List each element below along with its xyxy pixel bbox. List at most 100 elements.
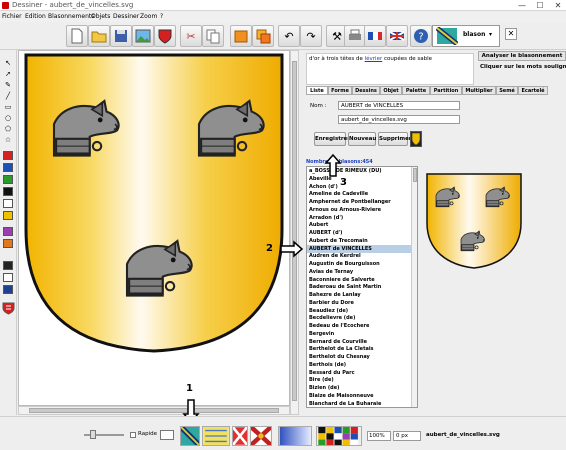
line-icon[interactable]: ╱ (3, 92, 13, 101)
canvas-horizontal-scrollbar[interactable] (18, 406, 290, 415)
svg-text:?: ? (418, 32, 423, 43)
drawing-canvas[interactable] (18, 50, 290, 406)
color-argent-swatch[interactable] (3, 199, 13, 208)
blason-thumb-1[interactable] (180, 426, 200, 446)
cut-button[interactable]: ✂ (180, 25, 202, 47)
shield-preview-button[interactable] (410, 131, 422, 147)
palette-grid[interactable] (316, 426, 362, 446)
list-scroll-thumb[interactable] (413, 168, 417, 182)
french-language-button[interactable] (364, 25, 386, 47)
tab-partition[interactable]: Partition (430, 86, 462, 95)
tab-seme[interactable]: Semé (496, 86, 518, 95)
color-sable-swatch[interactable] (3, 187, 13, 196)
tab-strip: Liste Forme Dessins Objet Palette Partit… (306, 86, 566, 95)
menu-zoom[interactable]: Zoom (140, 12, 157, 22)
blason-selector[interactable]: blason ▾ (432, 25, 500, 47)
horizontal-scroll-thumb[interactable] (29, 408, 279, 413)
symbol-icon[interactable] (3, 285, 13, 294)
blason-list[interactable]: a_BOSSU DE RIMEUX (DU) Abeville Achon (d')… (306, 166, 418, 408)
filename-field[interactable]: aubert_de_vincelles.svg (338, 115, 460, 124)
color-gules-swatch[interactable] (3, 151, 13, 160)
layer-button[interactable] (252, 25, 274, 47)
list-scrollbar[interactable] (411, 167, 417, 407)
color-purpure-swatch[interactable] (3, 227, 13, 236)
color-vert-swatch[interactable] (3, 175, 13, 184)
minimize-button[interactable]: — (512, 0, 532, 11)
blason-count: Nombre de blasons:454 (306, 159, 373, 165)
tab-multiplier[interactable]: Multiplier (462, 86, 496, 95)
tab-dessins[interactable]: Dessins (352, 86, 380, 95)
shield-edit-icon (158, 29, 172, 44)
copy-button[interactable] (202, 25, 224, 47)
nom-label: Nom : (310, 103, 327, 109)
menu-fichier[interactable]: Fichier (2, 12, 22, 22)
blason-thumb-4[interactable] (250, 426, 272, 446)
list-item[interactable]: Blanchard de La Buharaie (307, 400, 411, 408)
nom-field[interactable]: AUBERT de VINCELLES (338, 101, 460, 110)
tab-ecartele[interactable]: Ecartelé (518, 86, 548, 95)
blason-thumb-2[interactable] (202, 426, 230, 446)
print-button[interactable] (344, 25, 366, 47)
blason-thumb-3[interactable] (232, 426, 248, 446)
maximize-button[interactable]: ☐ (530, 0, 550, 11)
tab-palette[interactable]: Palette (402, 86, 430, 95)
rapide-checkbox[interactable] (130, 432, 136, 438)
menu-edition[interactable]: Edition (25, 12, 46, 22)
stroke-width-select[interactable]: 0 px (393, 431, 421, 441)
status-filename: aubert_de_vincelles.svg (426, 432, 500, 438)
france-flag-icon (368, 32, 382, 40)
image-icon (135, 29, 151, 43)
help-button[interactable]: ? (410, 25, 432, 47)
color-preview-box[interactable] (160, 430, 174, 440)
close-blason-button[interactable]: ✕ (505, 28, 517, 40)
vertical-scroll-thumb[interactable] (292, 61, 297, 401)
shield-edit-button[interactable] (154, 25, 176, 47)
color-azure-swatch[interactable] (3, 163, 13, 172)
color-or-swatch[interactable] (3, 211, 13, 220)
mini-shield-icon[interactable] (2, 302, 15, 315)
paste-button[interactable] (230, 25, 252, 47)
new-file-button[interactable] (66, 25, 88, 47)
menu-blasonnements[interactable]: Blasonnements (48, 12, 94, 22)
size-slider-thumb[interactable] (90, 430, 96, 439)
rectangle-icon[interactable]: ▭ (3, 103, 13, 112)
menu-objets[interactable]: Objets (91, 12, 110, 22)
english-language-button[interactable] (386, 25, 408, 47)
text-icon[interactable] (3, 273, 13, 282)
circle-icon[interactable]: ○ (3, 114, 13, 123)
annotation-1: 1 (186, 383, 193, 394)
move-arrow-icon[interactable]: ➚ (3, 70, 13, 79)
rapide-label: Rapide (138, 431, 157, 437)
delete-button[interactable]: Supprimer (378, 132, 412, 146)
undo-button[interactable]: ↶ (278, 25, 300, 47)
menu-help[interactable]: ? (160, 12, 163, 22)
tab-forme[interactable]: Forme (328, 86, 352, 95)
redo-button[interactable]: ↷ (300, 25, 322, 47)
analyze-blazon-button[interactable]: Analyser le blasonnement (478, 51, 566, 61)
save-file-button[interactable] (110, 25, 132, 47)
star-icon[interactable]: ☆ (3, 136, 13, 145)
click-hint: Cliquer sur les mots soulignés (480, 64, 566, 70)
tab-objet[interactable]: Objet (380, 86, 402, 95)
charge-link[interactable]: lévrier (365, 56, 383, 62)
select-arrow-icon[interactable]: ↖ (3, 59, 13, 68)
close-window-button[interactable]: ✕ (548, 0, 566, 11)
image-button[interactable] (132, 25, 154, 47)
bottom-toolbar: Rapide 100% 0 px aubert_de_vincelles.svg (0, 416, 566, 450)
open-button[interactable] (88, 25, 110, 47)
canvas-vertical-scrollbar[interactable] (290, 50, 299, 415)
zoom-select[interactable]: 100% (367, 431, 391, 441)
new-file-icon (71, 28, 83, 44)
color-orange-swatch[interactable] (3, 239, 13, 248)
tab-liste[interactable]: Liste (306, 86, 328, 95)
info-icon[interactable] (3, 261, 13, 270)
save-button[interactable]: Enregistrer (314, 132, 350, 146)
gradient-thumb[interactable] (278, 426, 312, 446)
new-button[interactable]: Nouveau (348, 132, 376, 146)
pencil-icon[interactable]: ✎ (3, 81, 13, 90)
app-window: Dessiner - aubert_de_vincelles.svg — ☐ ✕… (0, 0, 566, 450)
folder-icon (91, 31, 107, 43)
printer-icon (349, 29, 361, 40)
menu-dessiner[interactable]: Dessiner (113, 12, 139, 22)
polygon-icon[interactable]: ⬠ (3, 125, 13, 134)
